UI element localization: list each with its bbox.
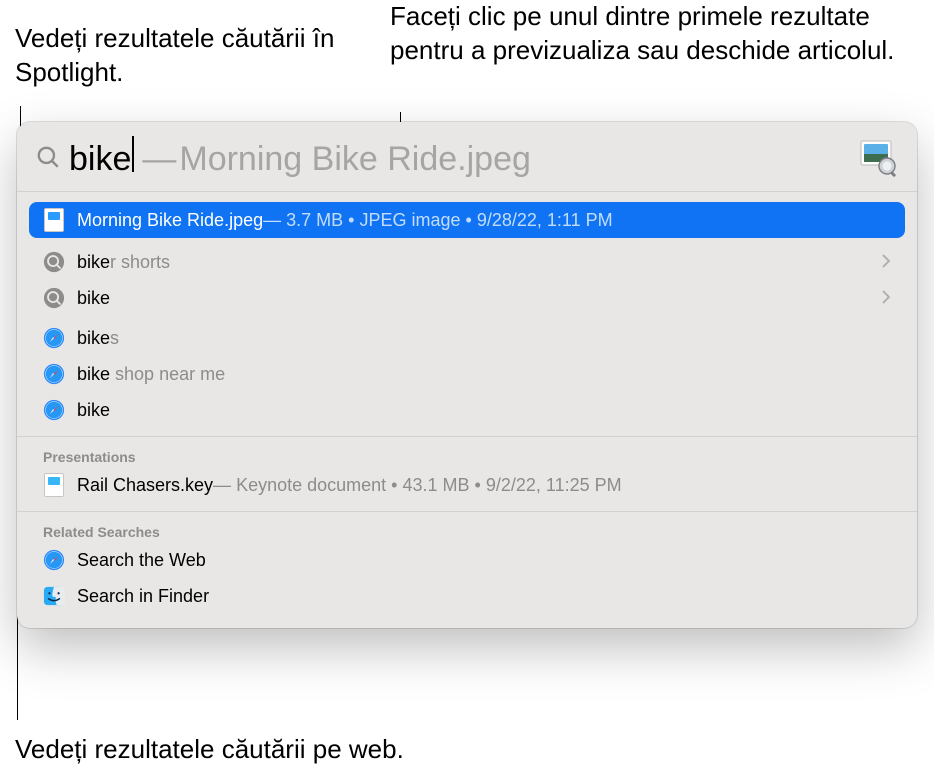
- jpeg-file-icon: [43, 209, 65, 231]
- web-suggestion-row[interactable]: bikes: [29, 320, 905, 356]
- web-suggestion-row[interactable]: bike: [29, 392, 905, 428]
- search-input[interactable]: bike— Morning Bike Ride.jpeg: [69, 134, 859, 179]
- web-suggestion-row[interactable]: bike shop near me: [29, 356, 905, 392]
- callout-preview-click: Faceți clic pe unul dintre primele rezul…: [390, 0, 910, 68]
- suggestion-row[interactable]: biker shorts: [29, 244, 905, 280]
- finder-icon: [43, 585, 65, 607]
- magnifier-icon: [43, 287, 65, 309]
- magnifier-icon: [43, 251, 65, 273]
- search-bar[interactable]: bike— Morning Bike Ride.jpeg: [17, 122, 917, 192]
- chevron-right-icon: [882, 288, 891, 309]
- presentation-row[interactable]: Rail Chasers.key — Keynote document • 43…: [29, 467, 905, 503]
- callout-spotlight-results: Vedeți rezultatele căutării în Spotlight…: [15, 22, 345, 90]
- search-web-row[interactable]: Search the Web: [29, 542, 905, 578]
- spotlight-window: bike— Morning Bike Ride.jpeg Morning Bik…: [17, 122, 917, 628]
- safari-icon: [43, 363, 65, 385]
- section-header-related: Related Searches: [17, 516, 917, 542]
- search-finder-row[interactable]: Search in Finder: [29, 578, 905, 614]
- keynote-file-icon: [43, 474, 65, 496]
- preview-app-icon: [859, 137, 899, 177]
- search-icon: [35, 144, 61, 170]
- safari-icon: [43, 399, 65, 421]
- safari-icon: [43, 327, 65, 349]
- suggestion-row[interactable]: bike: [29, 280, 905, 316]
- top-hit-row[interactable]: Morning Bike Ride.jpeg — 3.7 MB • JPEG i…: [29, 202, 905, 238]
- safari-icon: [43, 549, 65, 571]
- callout-web-results: Vedeți rezultatele căutării pe web.: [15, 733, 575, 767]
- section-header-presentations: Presentations: [17, 441, 917, 467]
- chevron-right-icon: [882, 252, 891, 273]
